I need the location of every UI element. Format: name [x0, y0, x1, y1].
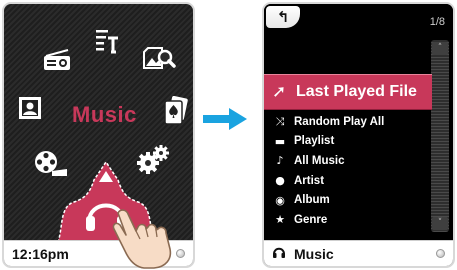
cards-icon[interactable]	[162, 96, 190, 126]
list-item-label: All Music	[294, 154, 345, 167]
back-button[interactable]: ↰	[266, 6, 300, 28]
person-icon: ●	[275, 174, 285, 188]
headphones-icon	[272, 245, 286, 263]
list-item-label: Genre	[294, 213, 328, 226]
page-indicator: 1/8	[429, 16, 445, 28]
list-item-all-music[interactable]: ♪ All Music	[264, 151, 432, 171]
arrow-up-right-icon: ➚	[272, 82, 287, 102]
list-item-random-play-all[interactable]: ⤨ Random Play All	[264, 112, 432, 132]
list-item-label: Artist	[294, 174, 325, 187]
top-bar: ↰ 1/8	[264, 4, 453, 34]
list-item-last-played-file[interactable]: ➚ Last Played File	[264, 74, 432, 110]
music-note-icon: ♪	[276, 154, 284, 168]
folder-icon: ▬	[274, 134, 286, 148]
scroll-down-button[interactable]: ˅	[432, 217, 448, 230]
clock: 12:16pm	[12, 245, 69, 262]
list-item-playlist[interactable]: ▬ Playlist	[264, 132, 432, 152]
list-item-label: Album	[294, 194, 330, 207]
hand-pointer-icon	[108, 205, 178, 269]
disc-icon: ◉	[275, 193, 285, 207]
list-item-label: Playlist	[294, 135, 335, 148]
status-indicator	[436, 249, 445, 258]
arrow-right-icon	[203, 108, 247, 130]
scroll-up-button[interactable]: ˄	[432, 42, 448, 55]
now-category-bar: Music	[264, 240, 453, 266]
contact-icon[interactable]	[18, 96, 42, 120]
list-item-genre[interactable]: ★ Genre	[264, 210, 432, 230]
music-list-screen: ↰ 1/8 ˄ ˅ ➚ Last Played File ⤨ Random Pl…	[262, 2, 455, 268]
text-icon[interactable]	[94, 28, 120, 54]
current-menu-label: Music	[72, 102, 137, 127]
back-arrow-icon: ↰	[276, 8, 290, 26]
music-menu-list: ⤨ Random Play All ▬ Playlist ♪ All Music…	[264, 112, 432, 230]
list-item-artist[interactable]: ● Artist	[264, 171, 432, 191]
star-icon: ★	[275, 213, 285, 227]
radio-icon[interactable]	[42, 48, 72, 72]
list-item-label: Random Play All	[294, 115, 385, 128]
list-item-label: Last Played File	[296, 83, 417, 100]
shuffle-icon: ⤨	[275, 114, 285, 128]
scrollbar[interactable]: ˄ ˅	[431, 40, 449, 232]
photo-search-icon[interactable]	[142, 46, 176, 72]
list-item-album[interactable]: ◉ Album	[264, 190, 432, 210]
category-label: Music	[294, 245, 334, 262]
